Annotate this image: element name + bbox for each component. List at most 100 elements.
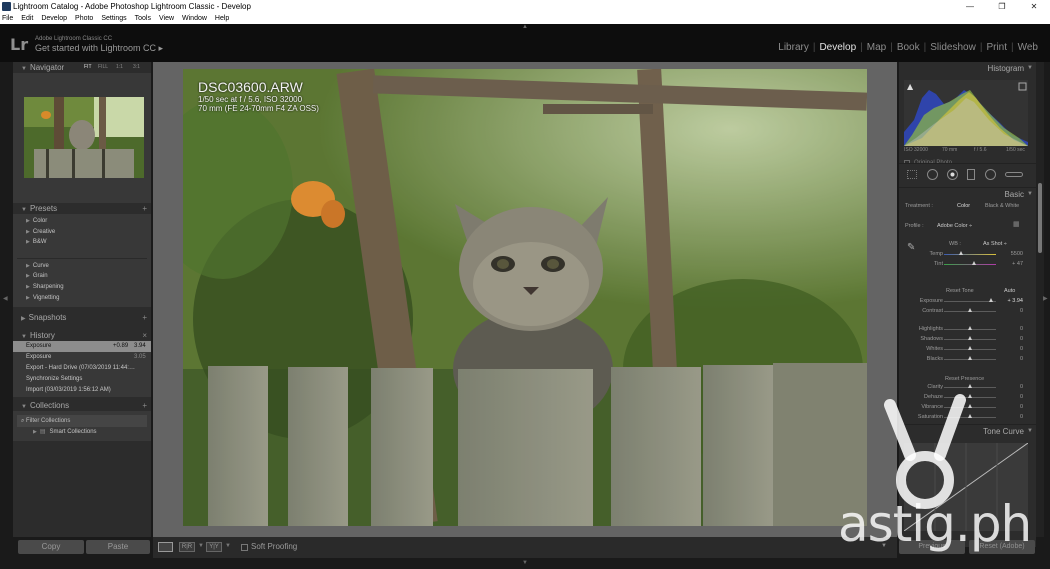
spot-removal-icon[interactable] xyxy=(927,169,938,180)
minimize-button[interactable]: — xyxy=(954,0,986,13)
preset-folder-grain[interactable]: ▶ Grain xyxy=(13,271,151,282)
slider-knob[interactable] xyxy=(989,298,994,302)
history-item[interactable]: Exposure 3.05 xyxy=(13,352,151,363)
history-header[interactable]: ▼ History × xyxy=(13,330,151,341)
treatment-bw-option[interactable]: Black & White xyxy=(985,203,1019,209)
menu-window[interactable]: Window xyxy=(182,13,207,24)
slider-track[interactable] xyxy=(944,301,996,302)
menu-tools[interactable]: Tools xyxy=(135,13,151,24)
top-panel-toggle-icon[interactable]: ▲ xyxy=(522,24,528,30)
before-after-view-icon[interactable]: R|R xyxy=(179,542,195,552)
graduated-filter-icon[interactable] xyxy=(967,169,975,180)
history-item[interactable]: Export - Hard Drive (07/03/2019 11:44:… xyxy=(13,363,151,374)
module-slideshow[interactable]: Slideshow xyxy=(926,42,980,53)
presets-header[interactable]: ▼ Presets + xyxy=(13,203,151,214)
module-web[interactable]: Web xyxy=(1014,42,1042,53)
navigator-thumbnail[interactable] xyxy=(24,97,144,178)
slider-knob[interactable] xyxy=(967,336,972,340)
zoom-fit[interactable]: FIT xyxy=(84,62,92,73)
maximize-button[interactable]: ❐ xyxy=(986,0,1018,13)
red-eye-icon[interactable] xyxy=(947,169,958,180)
preset-folder-vignetting[interactable]: ▶ Vignetting xyxy=(13,293,151,304)
wb-dropdown[interactable]: As Shot ÷ xyxy=(983,241,1007,247)
slider-knob[interactable] xyxy=(967,326,972,330)
preset-folder-sharpening[interactable]: ▶ Sharpening xyxy=(13,282,151,293)
profile-browser-icon[interactable]: ▦ xyxy=(1013,221,1023,229)
left-panel-toggle-icon[interactable]: ◀ xyxy=(3,295,8,302)
snapshots-header[interactable]: ▶ Snapshots + xyxy=(13,312,151,323)
slider-value[interactable]: 0 xyxy=(1001,356,1023,362)
slider-value[interactable]: 0 xyxy=(1001,326,1023,332)
slider-value[interactable]: 0 xyxy=(1001,346,1023,352)
slider-knob[interactable] xyxy=(967,308,972,312)
photo-preview[interactable]: DSC03600.ARW 1/50 sec at f / 5.6, ISO 32… xyxy=(183,69,867,526)
scrollbar-thumb[interactable] xyxy=(1038,183,1042,253)
profile-dropdown[interactable]: Adobe Color ÷ xyxy=(937,223,972,229)
menu-photo[interactable]: Photo xyxy=(75,13,93,24)
module-develop[interactable]: Develop xyxy=(815,42,860,53)
history-item[interactable]: Exposure +0.89 3.94 xyxy=(13,341,151,352)
zoom-1-1[interactable]: 1:1 xyxy=(116,62,123,73)
slider-knob[interactable] xyxy=(971,261,976,265)
histogram-graph[interactable]: ▲ xyxy=(904,80,1028,146)
slider-track[interactable] xyxy=(944,254,996,255)
collections-header[interactable]: ▼ Collections + xyxy=(13,400,151,411)
reset-presence-label[interactable]: Reset Presence xyxy=(945,376,984,382)
loupe-view-icon[interactable] xyxy=(158,542,173,552)
navigator-header[interactable]: ▼ Navigator FIT FILL 1:1 3:1 xyxy=(13,62,151,73)
history-item[interactable]: Import (03/03/2019 1:56:12 AM) xyxy=(13,385,151,396)
slider-value[interactable]: 0 xyxy=(1001,336,1023,342)
auto-tone-button[interactable]: Auto xyxy=(1004,288,1015,294)
menu-file[interactable]: File xyxy=(2,13,13,24)
slider-value[interactable]: 0 xyxy=(1001,308,1023,314)
menu-view[interactable]: View xyxy=(159,13,174,24)
slider-track[interactable] xyxy=(944,264,996,265)
smart-collections-folder[interactable]: ▶ ▤ Smart Collections xyxy=(13,427,151,438)
crop-tool-icon[interactable] xyxy=(907,170,917,179)
module-library[interactable]: Library xyxy=(774,42,813,53)
add-snapshot-icon[interactable]: + xyxy=(142,312,147,323)
zoom-3-1[interactable]: 3:1 xyxy=(133,62,140,73)
reset-tone-label[interactable]: Reset Tone xyxy=(946,288,974,294)
menu-edit[interactable]: Edit xyxy=(21,13,33,24)
paste-button[interactable]: Paste xyxy=(86,540,150,554)
slider-knob[interactable] xyxy=(967,346,972,350)
treatment-color-option[interactable]: Color xyxy=(957,203,970,209)
preset-folder-color[interactable]: ▶ Color xyxy=(13,216,151,227)
clear-history-icon[interactable]: × xyxy=(142,330,147,341)
slider-knob[interactable] xyxy=(967,356,972,360)
preset-folder-creative[interactable]: ▶ Creative xyxy=(13,227,151,238)
filmstrip-toggle-icon[interactable]: ▼ xyxy=(522,560,528,566)
soft-proofing-checkbox[interactable] xyxy=(241,544,248,551)
swap-dropdown-icon[interactable]: ▼ xyxy=(225,543,231,549)
yy-swap-icon[interactable]: Y|Y xyxy=(206,542,222,552)
slider-value[interactable]: + 3.94 xyxy=(1001,298,1023,304)
adjustment-brush-icon[interactable] xyxy=(1005,172,1023,177)
slider-value[interactable]: 5500 xyxy=(1001,251,1023,257)
before-after-dropdown-icon[interactable]: ▼ xyxy=(198,543,204,549)
get-started-link[interactable]: Get started with Lightroom CC ▸ xyxy=(35,43,163,54)
filter-collections-input[interactable]: ⌕ Filter Collections xyxy=(17,415,147,427)
history-item[interactable]: Synchronize Settings xyxy=(13,374,151,385)
close-button[interactable]: ✕ xyxy=(1018,0,1050,13)
slider-knob[interactable] xyxy=(958,251,963,255)
add-preset-icon[interactable]: + xyxy=(142,203,147,214)
menu-settings[interactable]: Settings xyxy=(101,13,126,24)
histogram-info: ISO 32000 70 mm f / 5.6 1/50 sec xyxy=(904,147,1025,153)
copy-button[interactable]: Copy xyxy=(18,540,84,554)
preset-folder-curve[interactable]: ▶ Curve xyxy=(13,261,151,272)
basic-header[interactable]: Basic ▼ xyxy=(899,187,1036,200)
module-map[interactable]: Map xyxy=(863,42,890,53)
radial-filter-icon[interactable] xyxy=(985,169,996,180)
module-print[interactable]: Print xyxy=(982,42,1011,53)
slider-value[interactable]: + 47 xyxy=(1001,261,1023,267)
right-panel-toggle-icon[interactable]: ▶ xyxy=(1043,295,1048,302)
menu-help[interactable]: Help xyxy=(215,13,229,24)
histogram-header[interactable]: Histogram ▼ xyxy=(899,62,1036,75)
zoom-fill[interactable]: FILL xyxy=(98,62,108,73)
menu-develop[interactable]: Develop xyxy=(41,13,67,24)
add-collection-icon[interactable]: + xyxy=(142,400,147,411)
preset-folder-bw[interactable]: ▶ B&W xyxy=(13,237,151,248)
module-book[interactable]: Book xyxy=(893,42,924,53)
shadow-clipping-icon[interactable]: ▲ xyxy=(907,82,914,91)
